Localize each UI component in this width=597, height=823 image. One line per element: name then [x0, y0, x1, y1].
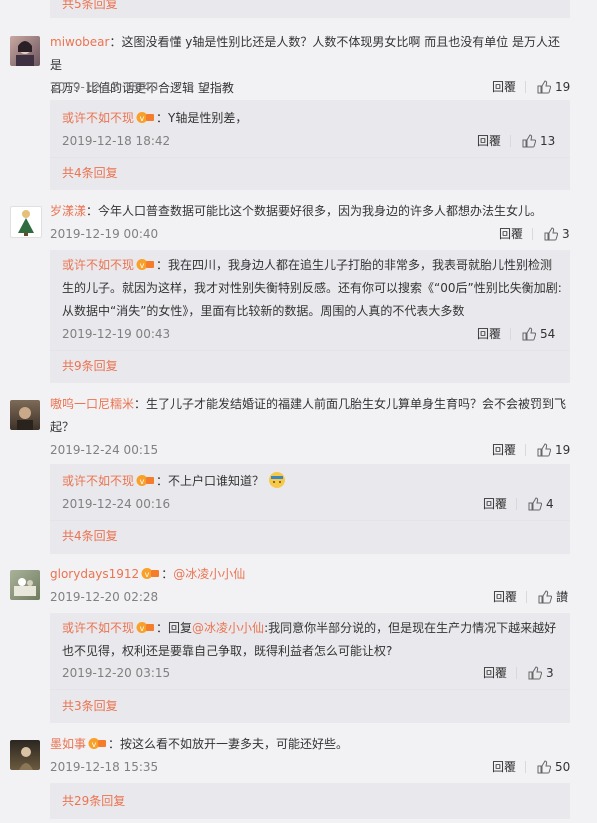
- reply-button[interactable]: 回覆: [483, 496, 507, 512]
- like-button[interactable]: 4: [528, 496, 554, 512]
- like-button[interactable]: 19: [537, 442, 570, 458]
- more-replies-link[interactable]: 共4条回复: [62, 165, 118, 181]
- reply-button[interactable]: 回覆: [483, 665, 507, 681]
- vip-badge-icon: v: [136, 622, 155, 633]
- avatar[interactable]: [10, 740, 40, 770]
- avatar[interactable]: [10, 400, 40, 430]
- reply-button[interactable]: 回覆: [477, 133, 501, 149]
- sub-comment-time: 2019-12-19 00:43: [62, 327, 171, 341]
- comment-text: 墨如事 v ：按这么看不如放开一妻多夫，可能还好些。: [50, 737, 349, 751]
- thumbs-up-icon: [544, 227, 559, 241]
- svg-text:v: v: [92, 740, 97, 749]
- like-button[interactable]: 3: [528, 665, 554, 681]
- reply-box: 或许不如不现 v ：我在四川，我身边人都在追生儿子打胎的非常多，我表哥就胎儿性别检测…: [50, 250, 570, 383]
- separator: [510, 328, 511, 340]
- separator: [525, 444, 526, 456]
- separator: [510, 135, 511, 147]
- reply-box: 或许不如不现 v ：Y轴是性别差， 2019-12-18 18:42 回覆 13 共…: [50, 100, 570, 190]
- divider: [50, 350, 570, 351]
- sub-comment-time: 2019-12-18 18:42: [62, 134, 171, 148]
- svg-text:v: v: [140, 624, 145, 633]
- vip-badge-icon: v: [136, 112, 155, 123]
- username-link[interactable]: glorydays1912: [50, 567, 139, 581]
- avatar[interactable]: [10, 36, 40, 66]
- sub-comment-time: 2019-12-20 03:15: [62, 666, 171, 680]
- reply-button[interactable]: 回覆: [492, 442, 516, 458]
- thumbs-up-icon: [522, 327, 537, 341]
- reply-box: 共29条回复: [50, 783, 570, 819]
- vip-badge-icon: v: [136, 475, 155, 486]
- svg-text:v: v: [140, 261, 145, 270]
- username-link[interactable]: 或许不如不现: [62, 621, 134, 635]
- reply-box-top: 共5条回复: [50, 0, 570, 18]
- emoji-icon: [268, 472, 285, 488]
- separator: [526, 591, 527, 603]
- more-replies-link[interactable]: 共5条回复: [62, 0, 118, 12]
- separator: [516, 667, 517, 679]
- like-button[interactable]: 50: [537, 759, 570, 775]
- avatar[interactable]: [10, 206, 42, 238]
- more-replies-link[interactable]: 共3条回复: [62, 698, 118, 714]
- more-replies-link[interactable]: 共29条回复: [62, 793, 125, 809]
- like-button[interactable]: 19: [537, 79, 570, 95]
- separator: [532, 228, 533, 240]
- reply-button[interactable]: 回覆: [499, 226, 523, 242]
- svg-text:v: v: [140, 114, 145, 123]
- svg-text:v: v: [145, 570, 150, 579]
- comment-text: 岁漾漾：今年人口普查数据可能比这个数据要好很多，因为我身边的许多人都想办法生女儿…: [50, 204, 543, 218]
- vip-badge-icon: v: [141, 568, 160, 579]
- vip-badge-icon: v: [88, 738, 107, 749]
- thumbs-up-icon: [528, 497, 543, 511]
- more-replies-link[interactable]: 共9条回复: [62, 358, 118, 374]
- thumbs-up-icon: [537, 760, 552, 774]
- thumbs-up-icon: [522, 134, 537, 148]
- sub-comment-time: 2019-12-24 00:16: [62, 497, 171, 511]
- comment-time: 2019-12-18 15:35: [50, 760, 159, 774]
- reply-button[interactable]: 回覆: [492, 759, 516, 775]
- divider: [50, 520, 570, 521]
- more-replies-link[interactable]: 共4条回复: [62, 528, 118, 544]
- reply-button[interactable]: 回覆: [477, 326, 501, 342]
- reply-box: 或许不如不现 v ：不上户口谁知道？ 2019-12-24 00:16 回覆 4 共…: [50, 464, 570, 554]
- separator: [525, 761, 526, 773]
- like-button[interactable]: 3: [544, 226, 570, 242]
- sub-comment-text: 或许不如不现 v ：我在四川，我身边人都在追生儿子打胎的非常多，我表哥就胎儿性别检测…: [62, 258, 562, 318]
- username-link[interactable]: miwobear: [50, 35, 109, 49]
- username-link[interactable]: 嗷呜一口尼糯米: [50, 397, 134, 411]
- like-button[interactable]: 13: [522, 133, 555, 149]
- mention-link[interactable]: @冰凌小小仙: [173, 567, 245, 581]
- username-link[interactable]: 或许不如不现: [62, 474, 134, 488]
- sub-comment-text: 或许不如不现 v ：Y轴是性别差，: [62, 111, 248, 125]
- comment-time: 2019-12-24 00:15: [50, 443, 159, 457]
- reply-box: 或许不如不现 v ：回复@冰凌小小仙:我同意你半部分说的，但是现在生产力情况下越来越…: [50, 613, 570, 723]
- username-link[interactable]: 或许不如不现: [62, 111, 134, 125]
- comment-time: 2019-12-19 00:40: [50, 227, 159, 241]
- vip-badge-icon: v: [136, 259, 155, 270]
- reply-button[interactable]: 回覆: [493, 589, 517, 605]
- divider: [50, 157, 570, 158]
- thumbs-up-icon: [528, 666, 543, 680]
- separator: [516, 498, 517, 510]
- sub-comment-text: 或许不如不现 v ：回复@冰凌小小仙:我同意你半部分说的，但是现在生产力情况下越来越…: [62, 621, 557, 658]
- reply-button[interactable]: 回覆: [492, 79, 516, 95]
- thumbs-up-icon: [538, 590, 553, 604]
- avatar[interactable]: [10, 570, 40, 600]
- comment-time: 2019-12-20 02:28: [50, 590, 159, 604]
- comment-text: 嗷呜一口尼糯米：生了儿子才能发结婚证的福建人前面几胎生女儿算单身生育吗？会不会被…: [50, 397, 567, 434]
- mention-link[interactable]: @冰凌小小仙: [192, 621, 264, 635]
- username-link[interactable]: 岁漾漾: [50, 204, 86, 218]
- thumbs-up-icon: [537, 443, 552, 457]
- comment-text: glorydays1912 v ：@冰凌小小仙: [50, 567, 246, 581]
- comment-time: 2019-12-18 18:40: [50, 80, 159, 94]
- separator: [525, 81, 526, 93]
- like-button[interactable]: 讃: [538, 589, 568, 605]
- thumbs-up-icon: [537, 80, 552, 94]
- svg-text:v: v: [140, 477, 145, 486]
- username-link[interactable]: 墨如事: [50, 737, 86, 751]
- username-link[interactable]: 或许不如不现: [62, 258, 134, 272]
- like-button[interactable]: 54: [522, 326, 555, 342]
- divider: [50, 689, 570, 690]
- sub-comment-text: 或许不如不现 v ：不上户口谁知道？: [62, 470, 562, 493]
